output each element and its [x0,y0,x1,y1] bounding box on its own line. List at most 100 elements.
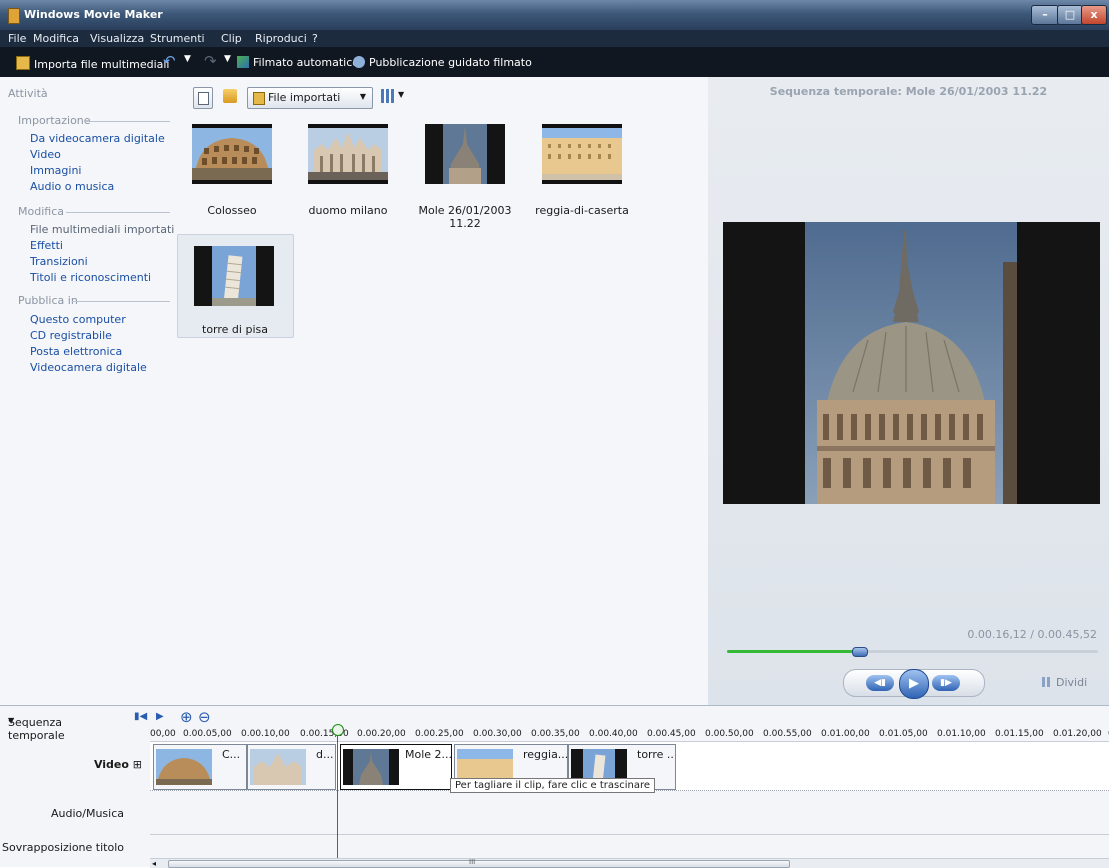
task-email[interactable]: Posta elettronica [30,345,122,358]
title-bar: Windows Movie Maker – □ x [0,0,1109,30]
thumb-label-torre: torre di pisa [202,323,268,336]
publish-icon [353,56,365,68]
view-options-icon[interactable] [381,89,395,103]
auto-movie-button[interactable]: Filmato automatico [237,56,359,69]
collection-pane: File importati ▼ ▼ Colosseo duomo milano [175,77,708,705]
divider [84,121,170,122]
title-overlay-track[interactable] [150,836,1109,858]
ruler-tick: 0.01.20,00 [1053,729,1102,739]
clip-label: torre ... [637,748,676,761]
collection-icon [253,92,265,105]
undo-dropdown-icon[interactable]: ▼ [184,54,191,64]
task-recordable-cd[interactable]: CD registrabile [30,329,112,342]
thumb-label-mole: Mole 26/01/2003 11.22 [418,204,512,230]
thumb-reggia[interactable] [542,124,622,184]
audio-track[interactable] [150,792,1109,835]
task-imported-media[interactable]: File multimediali importati [30,223,174,236]
playhead[interactable] [337,725,338,859]
menu-modifica[interactable]: Modifica [33,32,79,45]
undo-icon[interactable]: ↶ [163,52,176,70]
thumb-duomo[interactable] [308,124,388,184]
import-icon [16,56,30,70]
thumb-torre-selected[interactable]: torre di pisa [177,234,294,338]
timeline-clip[interactable]: C... [153,744,247,790]
thumb-torre[interactable] [194,246,274,306]
play-button[interactable]: ▶ [899,669,929,699]
close-button[interactable]: x [1081,5,1107,25]
playback-controls: ◀▮ ▶ ▮▶ [843,669,985,699]
tasks-title: Attività [8,87,48,100]
cathedral-image [308,124,388,184]
app-icon [8,8,20,24]
menu-bar: File Modifica Visualizza Strumenti Clip … [0,30,1109,47]
play-timeline-icon[interactable]: ▶ [156,711,164,722]
timeline: Sequenza temporale ▼ ▮◀ ▶ ⊕ ⊖ 00,00 0.00.… [0,706,1109,868]
redo-dropdown-icon[interactable]: ▼ [224,54,231,64]
task-this-computer[interactable]: Questo computer [30,313,126,326]
tower-image [194,246,274,306]
menu-riproduci[interactable]: Riproduci [255,32,307,45]
menu-visualizza[interactable]: Visualizza [90,32,144,45]
previous-frame-button[interactable]: ◀▮ [866,675,894,691]
menu-strumenti[interactable]: Strumenti [150,32,205,45]
clip-label: d... [316,748,334,761]
section-publish-header: Pubblica in [18,294,78,307]
ruler-tick: 0.00.50,00 [705,729,754,739]
task-transitions[interactable]: Transizioni [30,255,88,268]
panel-icon [198,92,209,105]
seek-bar-progress [727,650,859,653]
task-import-audio[interactable]: Audio o musica [30,180,114,193]
window-title: Windows Movie Maker [24,8,163,21]
ruler-tick: 0.00.35,00 [531,729,580,739]
task-titles-credits[interactable]: Titoli e riconoscimenti [30,271,151,284]
ruler-tick: 0.00.25,00 [415,729,464,739]
next-frame-button[interactable]: ▮▶ [932,675,960,691]
view-options-dropdown-icon[interactable]: ▼ [398,90,404,99]
colosseum-image [192,124,272,184]
split-button[interactable]: Dividi [1042,676,1087,689]
section-edit-header: Modifica [18,205,64,218]
collection-dropdown-value: File importati [268,91,341,104]
maximize-button[interactable]: □ [1057,5,1083,25]
minimize-button[interactable]: – [1031,5,1059,25]
auto-movie-label: Filmato automatico [253,56,359,69]
toolbar: Importa file multimediali ↶ ▼ ↷ ▼ Filmat… [0,47,1109,77]
thumb-mole[interactable] [425,124,505,184]
task-effects[interactable]: Effetti [30,239,63,252]
seek-handle[interactable] [851,647,868,657]
trim-tooltip: Per tagliare il clip, fare clic e trasci… [450,778,656,793]
task-from-camera[interactable]: Da videocamera digitale [30,132,165,145]
import-media-button[interactable]: Importa file multimediali [16,56,169,71]
clip-thumbnail [156,749,212,785]
zoom-in-icon[interactable]: ⊕ [180,708,193,726]
zoom-out-icon[interactable]: ⊖ [198,708,211,726]
playhead-handle[interactable] [332,724,344,736]
menu-help[interactable]: ? [312,32,318,45]
ruler-tick: 0.00.55,00 [763,729,812,739]
expand-track-icon[interactable]: ⊞ [133,758,142,771]
clip-thumbnail [250,749,306,785]
menu-file[interactable]: File [8,32,26,45]
collection-dropdown[interactable]: File importati ▼ [247,87,373,109]
thumb-colosseo[interactable] [192,124,272,184]
menu-clip[interactable]: Clip [221,32,242,45]
preview-monitor [723,222,1100,504]
task-digital-camera[interactable]: Videocamera digitale [30,361,147,374]
chevron-down-icon: ▼ [359,92,366,101]
task-import-images[interactable]: Immagini [30,164,81,177]
task-import-video[interactable]: Video [30,148,61,161]
timeline-clip[interactable]: d... [247,744,336,790]
timeline-mode-label: Sequenza temporale [8,716,65,742]
publish-movie-button[interactable]: Pubblicazione guidato filmato [353,56,532,69]
preview-title: Sequenza temporale: Mole 26/01/2003 11.2… [769,85,1048,98]
redo-icon[interactable]: ↷ [204,52,217,70]
timeline-clip-selected[interactable]: Mole 2... [340,744,452,790]
folder-up-icon[interactable] [223,89,237,103]
thumb-label-colosseo: Colosseo [207,204,257,217]
ruler-tick: 0.00.30,00 [473,729,522,739]
tasks-toggle-button[interactable] [193,87,213,109]
rewind-timeline-icon[interactable]: ▮◀ [134,711,147,722]
thumb-label-duomo: duomo milano [308,204,388,217]
ruler-tick: 0.00.05,00 [183,729,232,739]
thumb-label-reggia: reggia-di-caserta [535,204,629,217]
